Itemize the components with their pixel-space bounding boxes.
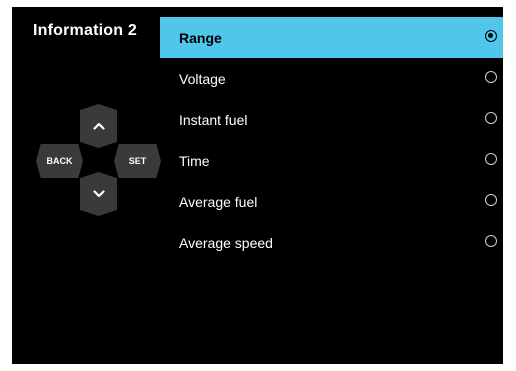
dpad-set-button[interactable]: SET xyxy=(114,144,161,178)
menu-item-label: Range xyxy=(179,29,222,46)
menu-item-label: Average speed xyxy=(179,234,273,251)
back-label: BACK xyxy=(46,156,73,166)
dpad-up-button[interactable] xyxy=(80,104,117,148)
menu-item-label: Average fuel xyxy=(179,193,258,210)
menu-item-time[interactable]: Time xyxy=(160,140,503,181)
radio-button[interactable] xyxy=(485,235,497,247)
menu-item-label: Voltage xyxy=(179,70,226,87)
chevron-up-icon xyxy=(92,122,105,130)
menu-item-label: Time xyxy=(179,152,210,169)
radio-button[interactable] xyxy=(485,153,497,165)
menu-item-instant-fuel[interactable]: Instant fuel xyxy=(160,99,503,140)
page-title: Information 2 xyxy=(33,22,137,39)
menu-item-average-fuel[interactable]: Average fuel xyxy=(160,181,503,222)
radio-button[interactable] xyxy=(485,112,497,124)
radio-button[interactable] xyxy=(485,194,497,206)
radio-button[interactable] xyxy=(485,30,497,42)
display-screen: Information 2 BACK SET Range Voltage Ins… xyxy=(12,7,503,364)
set-label: SET xyxy=(128,156,147,166)
options-menu: Range Voltage Instant fuel Time Average … xyxy=(160,17,503,263)
menu-item-average-speed[interactable]: Average speed xyxy=(160,222,503,263)
dpad-back-button[interactable]: BACK xyxy=(36,144,83,178)
menu-item-voltage[interactable]: Voltage xyxy=(160,58,503,99)
dpad-control: BACK SET xyxy=(36,104,161,216)
radio-button[interactable] xyxy=(485,71,497,83)
menu-item-range[interactable]: Range xyxy=(160,17,503,58)
chevron-down-icon xyxy=(92,190,105,198)
menu-item-label: Instant fuel xyxy=(179,111,248,128)
dpad-down-button[interactable] xyxy=(80,172,117,216)
